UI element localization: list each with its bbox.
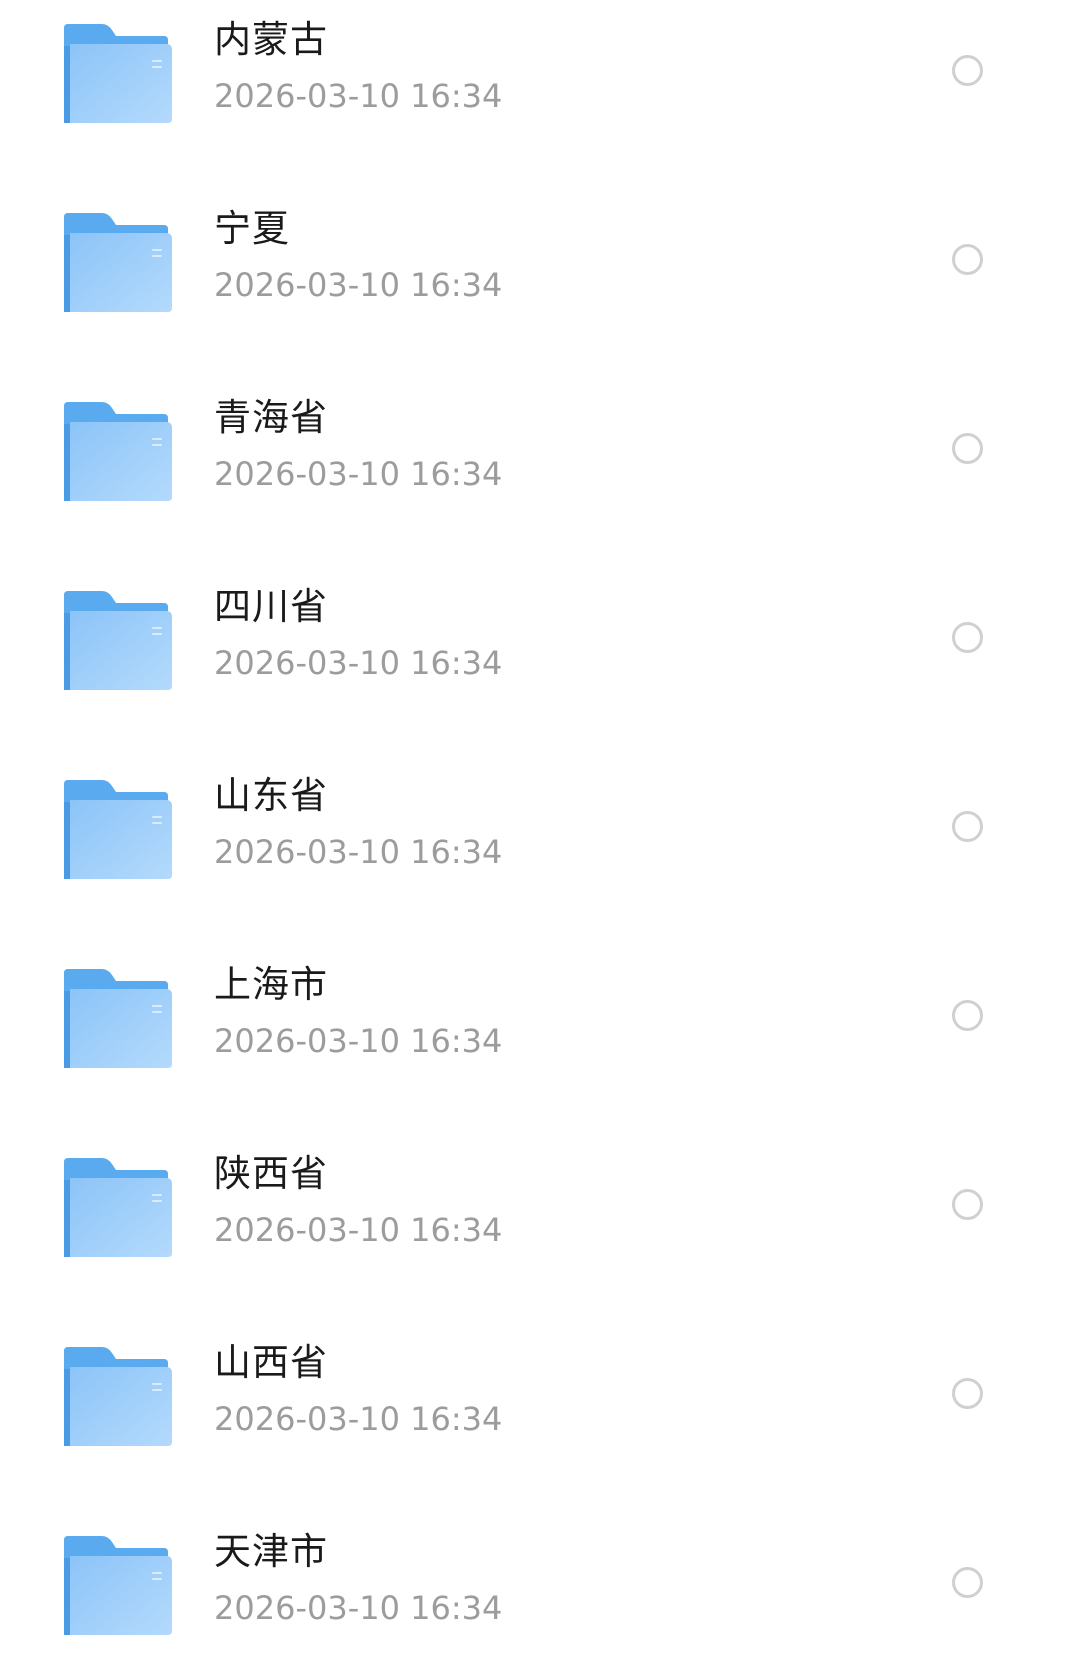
- folder-icon: [64, 591, 172, 690]
- select-radio[interactable]: [952, 55, 983, 86]
- folder-row[interactable]: 山东省 2026-03-10 16:34: [0, 756, 1080, 945]
- folder-name: 天津市: [214, 1530, 328, 1573]
- folder-modified-date: 2026-03-10 16:34: [214, 833, 503, 871]
- select-radio[interactable]: [952, 811, 983, 842]
- select-radio[interactable]: [952, 433, 983, 464]
- folder-icon: [64, 24, 172, 123]
- folder-modified-date: 2026-03-10 16:34: [214, 1589, 503, 1627]
- folder-icon: [64, 402, 172, 501]
- folder-name: 陕西省: [214, 1152, 328, 1195]
- folder-name: 青海省: [214, 396, 328, 439]
- folder-icon: [64, 1347, 172, 1446]
- folder-icon: [64, 1158, 172, 1257]
- folder-row[interactable]: 天津市 2026-03-10 16:34: [0, 1512, 1080, 1679]
- folder-modified-date: 2026-03-10 16:34: [214, 644, 503, 682]
- folder-modified-date: 2026-03-10 16:34: [214, 1022, 503, 1060]
- folder-icon: [64, 780, 172, 879]
- folder-row[interactable]: 四川省 2026-03-10 16:34: [0, 567, 1080, 756]
- folder-modified-date: 2026-03-10 16:34: [214, 77, 503, 115]
- select-radio[interactable]: [952, 1567, 983, 1598]
- folder-icon: [64, 213, 172, 312]
- folder-row[interactable]: 山西省 2026-03-10 16:34: [0, 1323, 1080, 1512]
- folder-icon: [64, 969, 172, 1068]
- folder-list: 内蒙古 2026-03-10 16:34 宁夏 2026-03-10 16:34: [0, 0, 1080, 1679]
- folder-name: 山东省: [214, 774, 328, 817]
- folder-modified-date: 2026-03-10 16:34: [214, 455, 503, 493]
- folder-row[interactable]: 陕西省 2026-03-10 16:34: [0, 1134, 1080, 1323]
- folder-name: 上海市: [214, 963, 328, 1006]
- folder-icon: [64, 1536, 172, 1635]
- folder-name: 内蒙古: [214, 18, 328, 61]
- folder-name: 四川省: [214, 585, 328, 628]
- folder-name: 宁夏: [214, 207, 290, 250]
- select-radio[interactable]: [952, 1000, 983, 1031]
- folder-row[interactable]: 宁夏 2026-03-10 16:34: [0, 189, 1080, 378]
- select-radio[interactable]: [952, 1378, 983, 1409]
- folder-name: 山西省: [214, 1341, 328, 1384]
- folder-modified-date: 2026-03-10 16:34: [214, 266, 503, 304]
- select-radio[interactable]: [952, 244, 983, 275]
- select-radio[interactable]: [952, 622, 983, 653]
- folder-modified-date: 2026-03-10 16:34: [214, 1211, 503, 1249]
- folder-row[interactable]: 内蒙古 2026-03-10 16:34: [0, 0, 1080, 189]
- folder-row[interactable]: 上海市 2026-03-10 16:34: [0, 945, 1080, 1134]
- folder-modified-date: 2026-03-10 16:34: [214, 1400, 503, 1438]
- folder-row[interactable]: 青海省 2026-03-10 16:34: [0, 378, 1080, 567]
- select-radio[interactable]: [952, 1189, 983, 1220]
